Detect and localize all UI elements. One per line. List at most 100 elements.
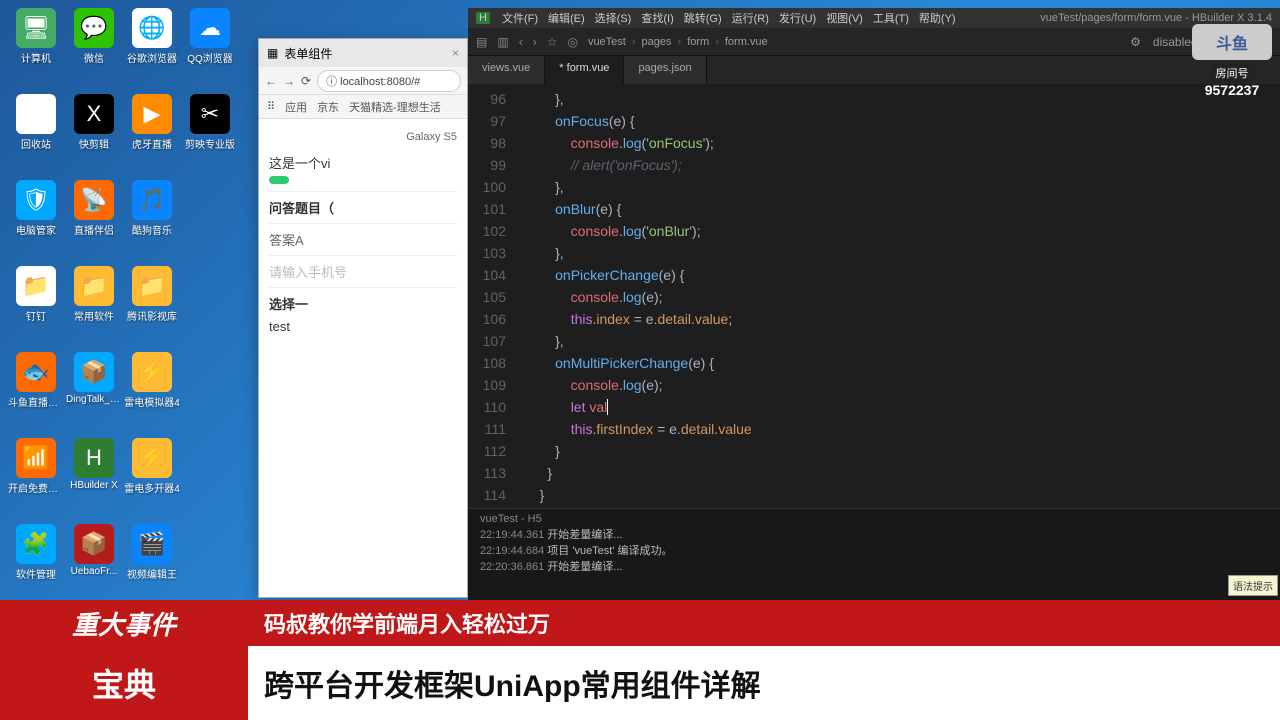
editor-tab[interactable]: views.vue: [468, 56, 545, 84]
menu-item[interactable]: 选择(S): [595, 13, 632, 25]
forward-icon[interactable]: ›: [533, 35, 537, 49]
bookmark-item[interactable]: 天猫精选-理想生活: [349, 99, 441, 115]
line-gutter: 9697989910010110210310410510610710810911…: [468, 84, 516, 508]
terminal-header: vueTest - H5: [480, 513, 1268, 525]
room-label: 房间号: [1210, 64, 1255, 82]
desktop-icon[interactable]: [182, 266, 238, 344]
chrome-navbar: ← → ⟳ ⓘ localhost:8080/#: [259, 67, 467, 95]
news-banner: 重大事件 码叔教你学前端月入轻松过万 宝典 跨平台开发框架UniApp常用组件详…: [0, 600, 1280, 720]
desktop-icon[interactable]: 💬微信: [66, 8, 122, 86]
menu-item[interactable]: 文件(F): [502, 13, 538, 25]
douyu-logo: 斗鱼: [1192, 24, 1272, 60]
star-icon[interactable]: ☆: [547, 35, 558, 49]
phone-input[interactable]: 请输入手机号: [269, 255, 457, 287]
desktop-icon[interactable]: [182, 180, 238, 258]
tab-title: 表单组件: [284, 45, 332, 62]
banner-tag1: 重大事件: [0, 605, 248, 642]
app-preview: 这是一个vi 问答题目（ 答案A 请输入手机号 选择一 test: [259, 147, 467, 340]
url-text: localhost:8080/#: [340, 76, 420, 88]
desktop-icon[interactable]: 🐟斗鱼直播伴侣: [8, 352, 64, 430]
breadcrumb-item[interactable]: pages: [642, 36, 672, 48]
desktop-icon[interactable]: 🎵酷狗音乐: [124, 180, 180, 258]
desktop-icon[interactable]: ⚡雷电多开器4: [124, 438, 180, 516]
desktop-icon[interactable]: 📁钉钉: [8, 266, 64, 344]
page-icon: ▦: [267, 46, 278, 60]
target-icon[interactable]: ◎: [567, 35, 577, 49]
desktop-icon[interactable]: [182, 352, 238, 430]
desktop-icon[interactable]: 🎬视频编辑王: [124, 524, 180, 602]
chrome-body: Galaxy S5 这是一个vi 问答题目（ 答案A 请输入手机号 选择一 te…: [259, 119, 467, 340]
menu-item[interactable]: 查找(I): [641, 13, 673, 25]
select-label: 选择一: [269, 297, 308, 312]
breadcrumb-item[interactable]: form: [687, 36, 709, 48]
desktop-icon[interactable]: 📁常用软件: [66, 266, 122, 344]
desktop-icon[interactable]: ▶虎牙直播: [124, 94, 180, 172]
desktop-icon[interactable]: 📡直播伴侣: [66, 180, 122, 258]
desktop-icon[interactable]: 🛡电脑管家: [8, 180, 64, 258]
device-label: Galaxy S5: [259, 127, 467, 147]
desktop-icon[interactable]: 📦DingTalk_v...: [66, 352, 122, 430]
breadcrumb-item[interactable]: vueTest: [588, 36, 626, 48]
search-icon[interactable]: ⚙: [1130, 35, 1141, 49]
desktop-icon[interactable]: 🖥计算机: [8, 8, 64, 86]
menu-item[interactable]: 跳转(G): [684, 13, 722, 25]
chrome-tab[interactable]: ▦ 表单组件 ×: [259, 39, 467, 67]
desktop-icon[interactable]: [182, 438, 238, 516]
desktop-icon[interactable]: X快剪辑: [66, 94, 122, 172]
menu-item[interactable]: 编辑(E): [548, 13, 585, 25]
breadcrumb-item[interactable]: form.vue: [725, 36, 768, 48]
panel-icon[interactable]: ▥: [497, 35, 508, 49]
douyu-watermark: 斗鱼 房间号 9572237: [1192, 24, 1272, 98]
terminal-panel[interactable]: vueTest - H5 22:19:44.361 开始差量编译...22:19…: [468, 508, 1280, 600]
forward-icon[interactable]: →: [283, 74, 295, 88]
banner-text2: 跨平台开发框架UniApp常用组件详解: [248, 661, 1280, 705]
menu-bar: H 文件(F) 编辑(E) 选择(S) 查找(I) 跳转(G) 运行(R) 发行(U) 视图(…: [468, 8, 1280, 28]
desktop-icon[interactable]: 📶开启免费Wifi: [8, 438, 64, 516]
desktop-icon[interactable]: 🌐谷歌浏览器: [124, 8, 180, 86]
green-button[interactable]: [269, 176, 289, 184]
chrome-window: ▦ 表单组件 × ← → ⟳ ⓘ localhost:8080/# ⠿ 应用京东…: [258, 38, 468, 598]
desktop-icon[interactable]: 📁腾讯影视库: [124, 266, 180, 344]
breadcrumb[interactable]: vueTest›pages›form›form.vue: [588, 36, 768, 48]
apps-icon[interactable]: ⠿: [267, 100, 275, 113]
code-editor[interactable]: 9697989910010110210310410510610710810911…: [468, 84, 1280, 508]
code-area[interactable]: }, onFocus(e) { console.log('onFocus'); …: [516, 84, 1280, 508]
reload-icon[interactable]: ⟳: [301, 74, 311, 88]
back-icon[interactable]: ←: [265, 74, 277, 88]
editor-tabs: views.vue* form.vuepages.json: [468, 56, 1280, 84]
info-icon: ⓘ: [326, 76, 337, 88]
editor-tab[interactable]: pages.json: [624, 56, 706, 84]
editor-toolbar: ▤ ▥ ‹ › ☆ ◎ vueTest›pages›form›form.vue …: [468, 28, 1280, 56]
question-label: 问答题目（: [269, 201, 334, 216]
desktop-icon[interactable]: 🗑回收站: [8, 94, 64, 172]
bookmark-item[interactable]: 应用: [285, 99, 307, 115]
app-logo-icon: H: [476, 12, 490, 24]
bookmarks-bar: ⠿ 应用京东天猫精选-理想生活: [259, 95, 467, 119]
desktop-icon[interactable]: HHBuilder X: [66, 438, 122, 516]
desktop-icons-grid: 🖥计算机💬微信🌐谷歌浏览器☁QQ浏览器 🗑回收站X快剪辑▶虎牙直播✂剪映专业版 🛡电…: [8, 8, 238, 602]
tip-text: 这是一个vi: [269, 153, 457, 172]
menu-item[interactable]: 运行(R): [732, 13, 769, 25]
back-icon[interactable]: ‹: [519, 35, 523, 49]
bookmark-item[interactable]: 京东: [317, 99, 339, 115]
panel-icon[interactable]: ▤: [476, 35, 487, 49]
lang-tip: 语法提示: [1228, 575, 1278, 596]
close-icon[interactable]: ×: [452, 46, 459, 60]
menu-item[interactable]: 视图(V): [826, 13, 863, 25]
menu-item[interactable]: 发行(U): [779, 13, 816, 25]
status-disabled: disabled: [1153, 35, 1198, 49]
banner-tag2: 宝典: [0, 646, 248, 720]
desktop-icon[interactable]: ✂剪映专业版: [182, 94, 238, 172]
desktop-icon[interactable]: ☁QQ浏览器: [182, 8, 238, 86]
select-value[interactable]: test: [269, 319, 457, 334]
editor-tab[interactable]: * form.vue: [545, 56, 624, 84]
hbuilder-window: H 文件(F) 编辑(E) 选择(S) 查找(I) 跳转(G) 运行(R) 发行(U) 视图(…: [468, 8, 1280, 600]
menu-item[interactable]: 工具(T): [873, 13, 909, 25]
room-number: 9572237: [1192, 82, 1272, 98]
desktop-icon[interactable]: 📦UebaoFr...: [66, 524, 122, 602]
url-bar[interactable]: ⓘ localhost:8080/#: [317, 70, 461, 92]
desktop-icon[interactable]: 🧩软件管理: [8, 524, 64, 602]
desktop-icon[interactable]: ⚡雷电模拟器4: [124, 352, 180, 430]
window-title: vueTest/pages/form/form.vue - HBuilder X…: [1040, 12, 1272, 24]
menu-item[interactable]: 帮助(Y): [919, 13, 956, 25]
